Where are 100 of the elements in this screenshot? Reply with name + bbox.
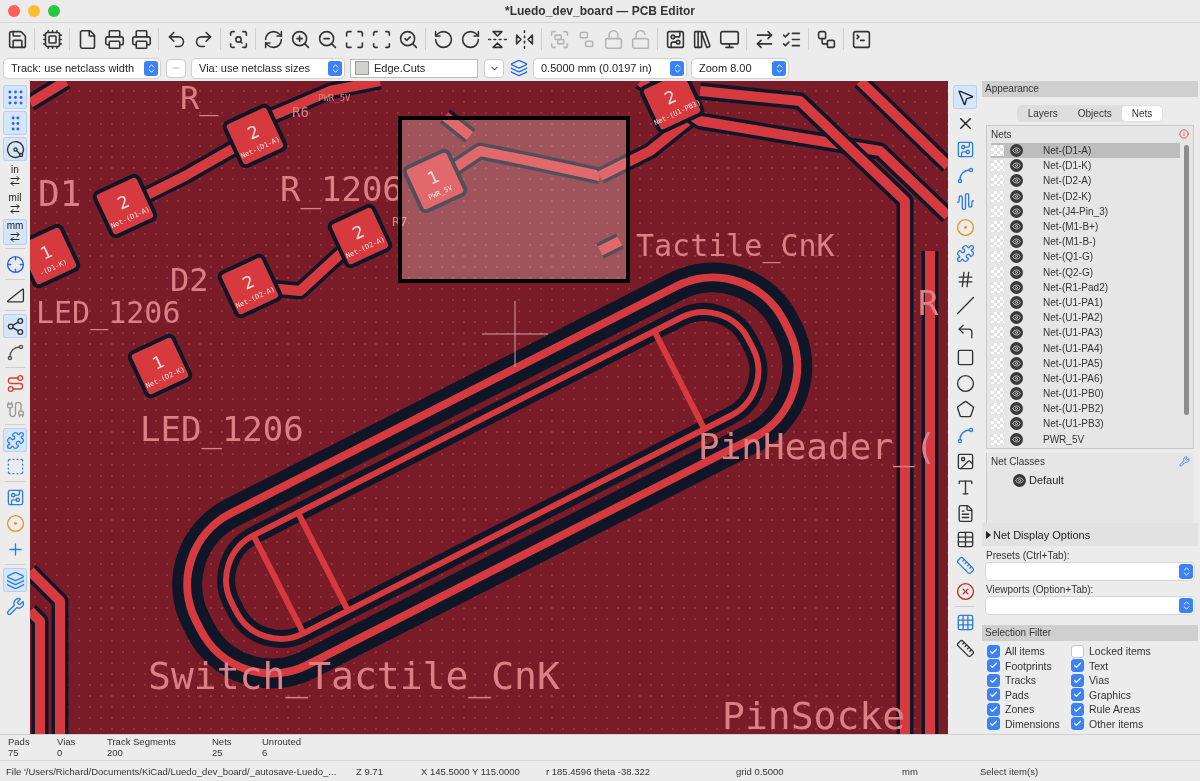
close-button[interactable] (8, 5, 20, 17)
net-row[interactable]: Net-(U1-PA6) (991, 370, 1180, 386)
filter-checkbox[interactable]: Graphics (1071, 688, 1193, 701)
net-row[interactable]: Net-(M1-B-) (991, 234, 1180, 250)
tab[interactable]: Objects (1067, 106, 1122, 121)
visibility-toggle[interactable] (1010, 235, 1023, 249)
net-row[interactable]: Net-(U1-PB3) (991, 416, 1180, 432)
net-row[interactable]: Net-(U1-PA3) (991, 325, 1180, 341)
visibility-toggle[interactable] (1013, 473, 1026, 487)
tab[interactable]: Nets (1121, 106, 1163, 121)
grid-select[interactable]: 0.5000 mm (0.0197 in) (534, 58, 686, 78)
net-display-options-toggle[interactable]: Net Display Options (982, 522, 1198, 546)
filter-checkbox[interactable]: Locked items (1071, 644, 1193, 658)
net-row[interactable]: Net-(D1-A) (991, 143, 1180, 159)
color-swatch[interactable] (991, 403, 1004, 415)
net-row[interactable]: Net-(U1-PB0) (991, 386, 1180, 402)
filter-checkbox[interactable]: Other items (1071, 717, 1193, 730)
tool-button[interactable] (953, 85, 977, 109)
eye-icon (1012, 282, 1021, 292)
visibility-toggle[interactable] (1010, 387, 1023, 401)
color-swatch[interactable] (991, 251, 1004, 263)
net-row[interactable]: Net-(U1-PA1) (991, 294, 1180, 311)
filter-checkbox[interactable]: Rule Areas (1071, 702, 1193, 716)
visibility-toggle[interactable] (1010, 402, 1023, 416)
viewports-select[interactable] (986, 596, 1194, 614)
filter-checkbox[interactable]: Dimensions (987, 717, 1071, 730)
net-row[interactable]: Net-(U1-PA2) (991, 310, 1180, 326)
visibility-toggle[interactable] (1010, 356, 1023, 370)
color-swatch[interactable] (991, 342, 1004, 354)
filter-checkbox[interactable]: Pads (987, 688, 1071, 701)
tool-button[interactable] (3, 314, 27, 338)
tool-button[interactable] (3, 137, 27, 161)
color-swatch[interactable] (991, 296, 1004, 308)
visibility-toggle[interactable] (1010, 204, 1023, 218)
visibility-toggle[interactable] (1010, 311, 1023, 325)
color-swatch[interactable] (991, 160, 1004, 172)
filter-checkbox[interactable]: Text (1071, 659, 1193, 672)
board-icon (5, 487, 25, 507)
color-swatch[interactable] (991, 205, 1004, 217)
section-title: Nets (991, 129, 1012, 140)
filter-checkbox[interactable]: All items (987, 644, 1071, 658)
filter-checkbox[interactable]: Zones (987, 702, 1071, 716)
net-row[interactable]: Net-(R1-Pad2) (991, 279, 1180, 295)
visibility-toggle[interactable] (1010, 432, 1023, 446)
zoom-select[interactable]: Zoom 8.00 (692, 58, 788, 78)
net-row[interactable]: Net-(U1-PA5) (991, 355, 1180, 371)
net-row[interactable]: Net-(U1-PA4) (991, 340, 1180, 356)
color-swatch[interactable] (991, 357, 1004, 369)
color-swatch[interactable] (991, 372, 1004, 384)
color-swatch[interactable] (991, 266, 1004, 278)
visibility-toggle[interactable] (1010, 174, 1023, 188)
color-swatch[interactable] (991, 388, 1004, 400)
visibility-toggle[interactable] (1010, 189, 1023, 203)
visibility-toggle[interactable] (1010, 371, 1023, 385)
via-size-select[interactable]: Via: use netclass sizes (192, 58, 344, 78)
net-row[interactable]: PWR_5V (991, 431, 1180, 447)
net-name: Net-(U1-PB0) (1043, 388, 1104, 400)
color-swatch[interactable] (991, 221, 1004, 232)
net-row[interactable]: Net-(M1-B+) (991, 218, 1180, 235)
silkscreen-label: R_ (180, 81, 219, 117)
color-swatch[interactable] (991, 145, 1004, 157)
net-row[interactable]: Net-(Q1-G) (991, 249, 1180, 265)
net-row[interactable]: Net-(Q2-G) (991, 264, 1180, 280)
zoom-fit-icon (343, 28, 365, 50)
unit-button[interactable]: mil (3, 191, 27, 217)
color-swatch[interactable] (991, 190, 1004, 202)
net-row[interactable]: Net-(D2-K) (991, 188, 1180, 204)
unit-button[interactable]: mm (3, 219, 27, 245)
visibility-toggle[interactable] (1010, 417, 1023, 431)
color-swatch[interactable] (991, 418, 1004, 430)
visibility-toggle[interactable] (1010, 326, 1023, 340)
tab[interactable]: Layers (1017, 106, 1068, 121)
net-class-name: Default (1029, 474, 1064, 487)
color-swatch[interactable] (991, 175, 1004, 187)
net-row[interactable]: Net-(D2-A) (991, 173, 1180, 189)
net-row[interactable]: Net-(J4-Pin_3) (991, 203, 1180, 219)
visibility-toggle[interactable] (1010, 250, 1023, 264)
filter-checkbox[interactable]: Tracks (987, 673, 1071, 687)
color-swatch[interactable] (991, 312, 1004, 324)
visibility-toggle[interactable] (1010, 144, 1023, 158)
visibility-toggle[interactable] (1010, 265, 1023, 279)
unit-button[interactable]: in (3, 163, 27, 189)
visibility-toggle[interactable] (1010, 341, 1023, 355)
footprint-icon (955, 139, 975, 159)
visibility-toggle[interactable] (1010, 295, 1023, 309)
track-width-select[interactable]: Track: use netclass width (4, 58, 160, 78)
color-swatch[interactable] (991, 281, 1004, 293)
color-swatch[interactable] (991, 433, 1004, 445)
visibility-toggle[interactable] (1010, 280, 1023, 294)
color-swatch[interactable] (991, 327, 1004, 339)
filter-checkbox[interactable]: Footprints (987, 659, 1071, 672)
presets-select[interactable] (986, 562, 1194, 580)
color-swatch[interactable] (991, 236, 1004, 248)
layers-icon (510, 59, 528, 77)
net-row[interactable]: Net-(D1-K) (991, 158, 1180, 174)
visibility-toggle[interactable] (1010, 220, 1023, 233)
layer-field[interactable]: Edge.Cuts (350, 58, 478, 78)
net-row[interactable]: Net-(U1-PB2) (991, 401, 1180, 417)
visibility-toggle[interactable] (1010, 159, 1023, 173)
filter-checkbox[interactable]: Vias (1071, 673, 1193, 687)
